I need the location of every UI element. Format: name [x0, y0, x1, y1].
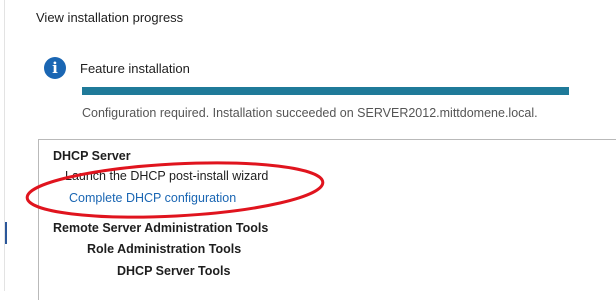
- role-admin-tools-heading: Role Administration Tools: [87, 242, 242, 256]
- feature-installation-title: Feature installation: [80, 60, 190, 76]
- left-selection-indicator: [5, 222, 7, 244]
- installation-status-text: Configuration required. Installation suc…: [82, 106, 538, 120]
- left-panel-border: [0, 0, 5, 291]
- info-icon: i: [44, 57, 66, 79]
- feature-installation-row: i Feature installation: [44, 57, 190, 79]
- page-heading: View installation progress: [36, 10, 184, 25]
- installation-results-list: DHCP Server Launch the DHCP post-install…: [38, 139, 616, 300]
- installation-progress-fill: [82, 87, 569, 95]
- complete-dhcp-configuration-link[interactable]: Complete DHCP configuration: [69, 191, 236, 205]
- dhcp-server-heading: DHCP Server: [53, 149, 131, 163]
- rsat-heading: Remote Server Administration Tools: [53, 221, 269, 235]
- launch-wizard-text: Launch the DHCP post-install wizard: [65, 169, 269, 183]
- installation-progress-bar: [82, 87, 569, 95]
- dhcp-server-tools-heading: DHCP Server Tools: [117, 264, 231, 278]
